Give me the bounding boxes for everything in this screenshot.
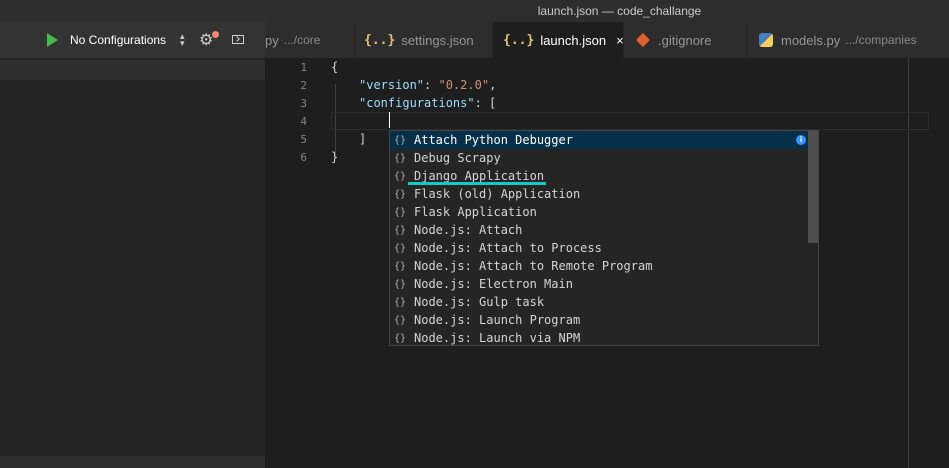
info-icon[interactable]: i (796, 135, 806, 145)
suggestion-widget[interactable]: {} Attach Python Debugger{} Debug Scrapy{}… (389, 130, 819, 346)
snippet-braces-icon: {} (394, 260, 407, 272)
window-titlebar: launch.json — code_challange (0, 0, 949, 22)
suggestion-item[interactable]: {} Debug Scrapy (390, 149, 818, 167)
suggestion-scrollbar[interactable] (808, 131, 818, 243)
window-title: launch.json — code_challange (537, 4, 702, 18)
snippet-braces-icon: {} (394, 188, 407, 200)
snippet-braces-icon: {} (394, 170, 407, 182)
json-separator: , (489, 78, 497, 92)
tab-gitignore[interactable]: .gitignore (624, 22, 747, 58)
editor-ruler (908, 58, 909, 468)
tab-label: .gitignore (658, 32, 712, 48)
suggestion-label: Django Application (414, 169, 545, 183)
tab-path: .../core (283, 33, 321, 47)
tab-launch-json[interactable]: {..} launch.json × (493, 22, 624, 58)
json-braces-icon: {..} (364, 32, 396, 48)
suggestion-label: Node.js: Attach (414, 223, 523, 237)
json-separator: : (424, 78, 439, 92)
suggestion-item[interactable]: {} Node.js: Launch via NPM (390, 329, 818, 345)
suggestion-item[interactable]: {} Attach Python Debugger (390, 131, 818, 149)
debug-console-icon[interactable] (232, 35, 244, 44)
suggestion-label: Node.js: Launch via NPM (414, 331, 581, 345)
text-cursor (389, 112, 390, 128)
tab-label: launch.json (540, 32, 607, 48)
json-key: "version" (359, 78, 425, 92)
select-arrows-icon[interactable]: ▴ ▾ (180, 32, 185, 48)
snippet-braces-icon: {} (394, 152, 407, 164)
code-line-6: } (331, 150, 339, 164)
git-icon (635, 32, 651, 48)
tab-label: settings.json (401, 32, 474, 48)
line-number: 2 (300, 79, 307, 92)
suggestion-label: Node.js: Electron Main (414, 277, 573, 291)
tab-path: .../companies (845, 33, 917, 47)
highlight-underline (408, 182, 546, 185)
suggestion-label: Debug Scrapy (414, 151, 501, 165)
sidebar-panel (0, 58, 265, 468)
line-number: 3 (300, 97, 307, 110)
json-braces-icon: {..} (503, 32, 535, 48)
top-bar: No Configurations ▴ ▾ ⚙ py .../core {..} … (0, 22, 949, 58)
debug-toolbar: No Configurations ▴ ▾ ⚙ (0, 22, 265, 58)
sidebar-footer (0, 456, 265, 468)
debug-configuration-select[interactable]: No Configurations (64, 29, 190, 51)
suggestion-item[interactable]: {} Node.js: Electron Main (390, 275, 818, 293)
suggestion-label: Node.js: Attach to Remote Program (414, 259, 653, 273)
line-number: 6 (300, 151, 307, 164)
suggestion-item[interactable]: {} Node.js: Gulp task (390, 293, 818, 311)
suggestion-item[interactable]: {} Flask Application (390, 203, 818, 221)
suggestion-label: Flask Application (414, 205, 537, 219)
current-line-highlight (331, 112, 929, 130)
json-separator: : [ (474, 96, 497, 110)
snippet-braces-icon: {} (394, 206, 407, 218)
code-line-3: "configurations": [ (359, 96, 496, 110)
snippet-braces-icon: {} (394, 278, 407, 290)
snippet-braces-icon: {} (394, 242, 407, 254)
suggestion-item[interactable]: {} Flask (old) Application (390, 185, 818, 203)
line-number: 1 (300, 61, 307, 74)
line-number: 4 (300, 115, 307, 128)
suggestion-label: Node.js: Launch Program (414, 313, 581, 327)
tab-settings-json[interactable]: {..} settings.json (355, 22, 493, 58)
suggestion-item[interactable]: {} Node.js: Launch Program (390, 311, 818, 329)
line-number: 5 (300, 133, 307, 146)
snippet-braces-icon: {} (394, 314, 407, 326)
tab-core-py[interactable]: py .../core (265, 22, 355, 58)
config-badge-dot (212, 31, 219, 38)
json-key: "configurations" (359, 96, 475, 110)
suggestion-item[interactable]: {} Node.js: Attach to Remote Program (390, 257, 818, 275)
snippet-braces-icon: {} (394, 296, 407, 308)
close-icon[interactable]: × (616, 33, 624, 48)
suggestion-item[interactable]: {} Node.js: Attach to Process (390, 239, 818, 257)
tab-models-py[interactable]: models.py .../companies (747, 22, 949, 58)
suggestion-label: Attach Python Debugger (414, 133, 573, 147)
tab-label: py (265, 32, 279, 48)
suggestion-item[interactable]: {} Node.js: Attach (390, 221, 818, 239)
suggestion-label: Node.js: Attach to Process (414, 241, 602, 255)
code-line-2: "version": "0.2.0", (359, 78, 496, 92)
start-debugging-icon[interactable] (47, 33, 58, 47)
suggestion-label: Flask (old) Application (414, 187, 581, 201)
suggestion-list: {} Attach Python Debugger{} Debug Scrapy{}… (390, 131, 818, 345)
debug-configuration-label: No Configurations (70, 33, 167, 47)
sidebar-section-header[interactable] (0, 60, 265, 80)
code-line-1: { (331, 60, 339, 74)
tab-label: models.py (781, 32, 841, 48)
code-line-5: ] (359, 132, 367, 146)
suggestion-label: Node.js: Gulp task (414, 295, 545, 309)
snippet-braces-icon: {} (394, 134, 407, 146)
json-value: "0.2.0" (438, 78, 490, 92)
snippet-braces-icon: {} (394, 224, 407, 236)
snippet-braces-icon: {} (394, 332, 407, 344)
python-icon (759, 33, 773, 47)
